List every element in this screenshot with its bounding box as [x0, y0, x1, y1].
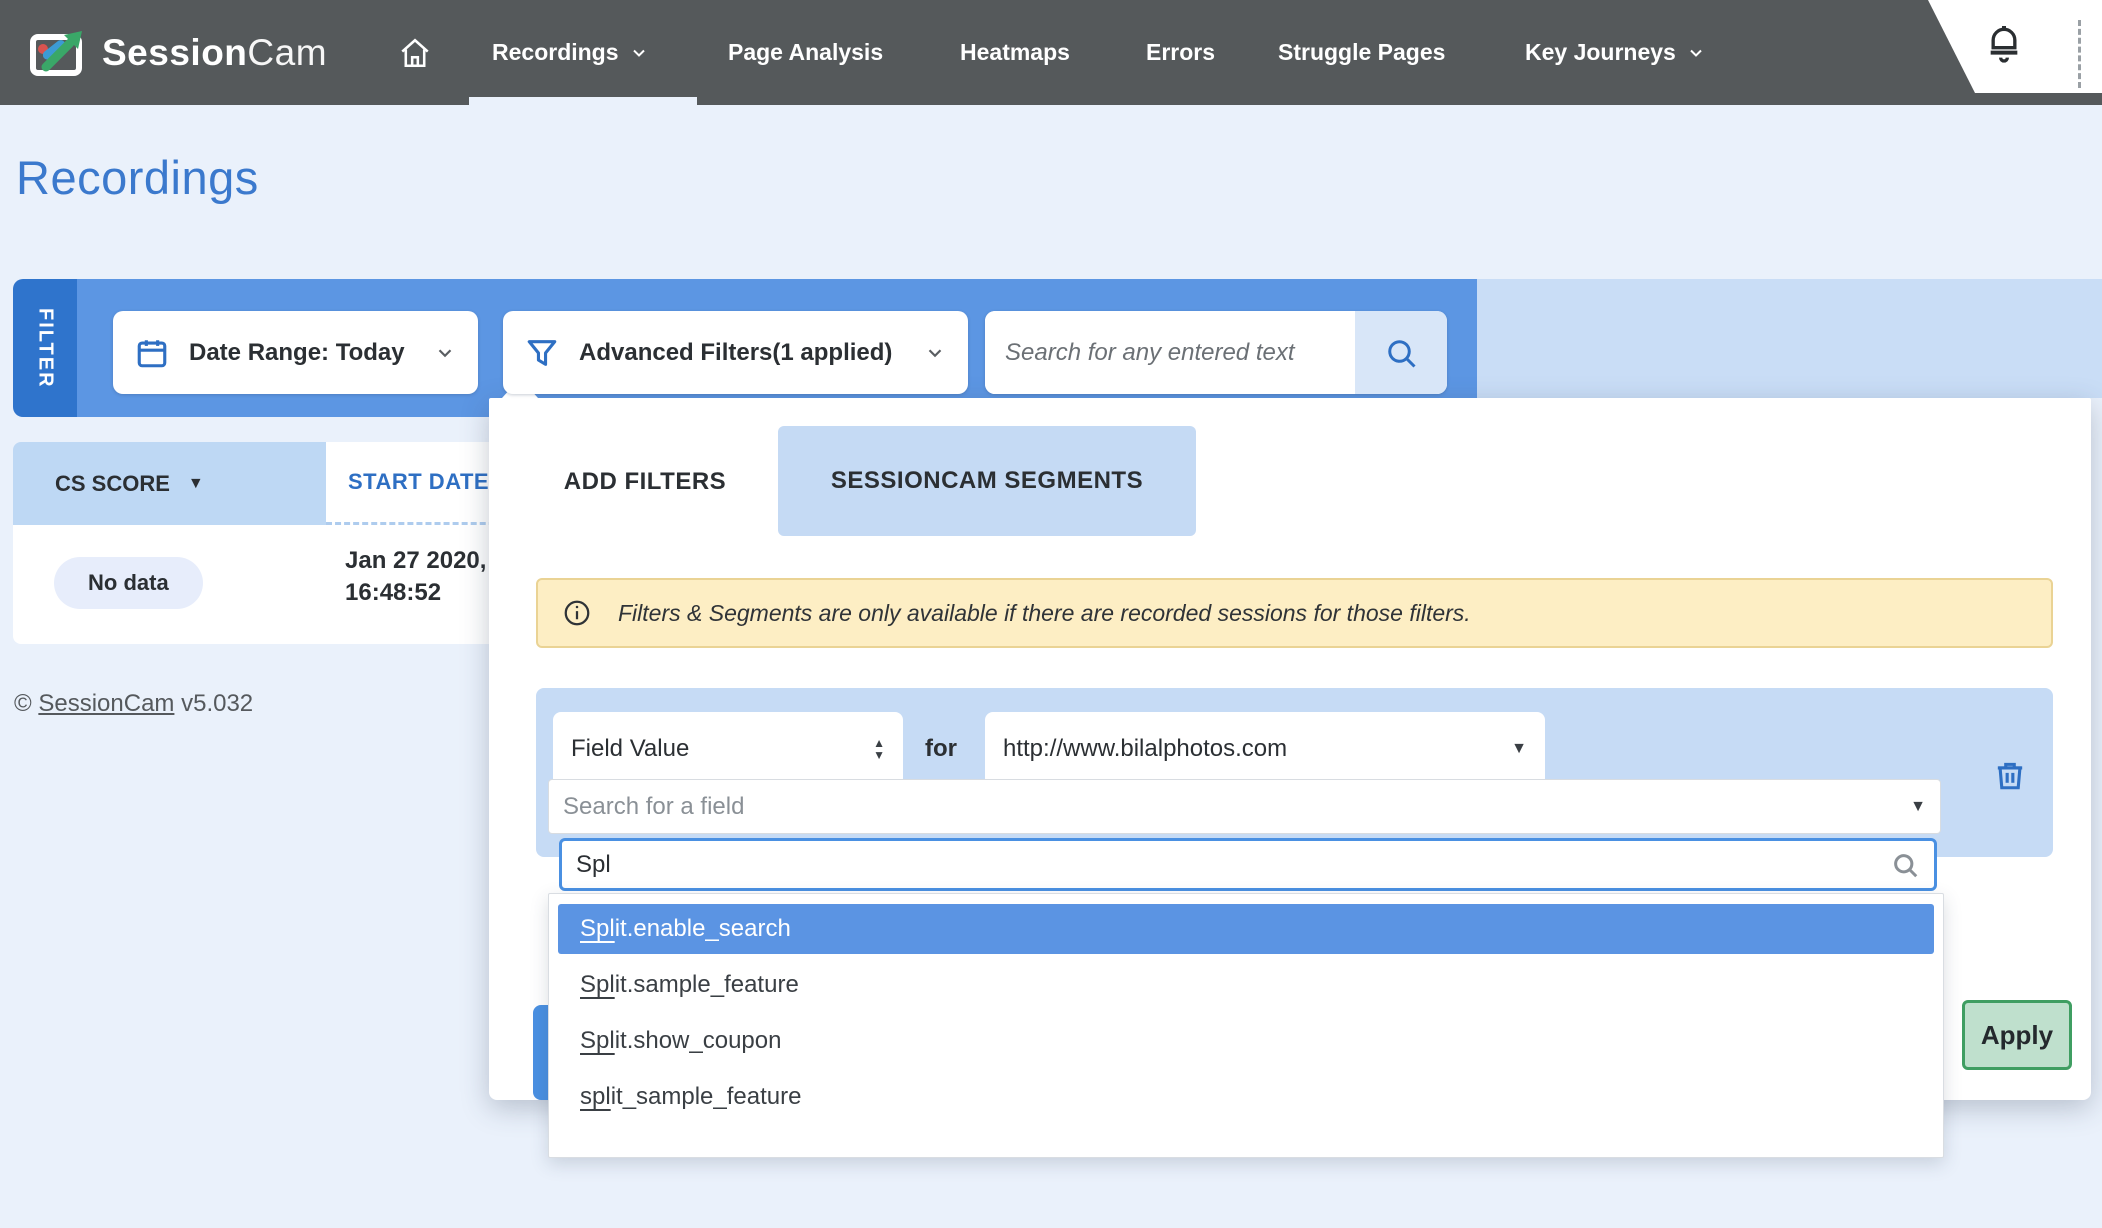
field-options-list: Split.enable_search Split.sample_feature…	[548, 893, 1944, 1158]
field-typeahead-input[interactable]	[576, 851, 1890, 879]
sessioncam-logo-icon	[30, 27, 88, 79]
start-date-value: Jan 27 2020, 16:48:52	[345, 545, 510, 609]
nav-item-key-journeys[interactable]: Key Journeys	[1525, 0, 1706, 105]
brand-logo[interactable]: SessionCam	[30, 22, 327, 84]
nav-item-label: Heatmaps	[960, 39, 1070, 66]
select-updown-icon: ▲▼	[873, 737, 885, 761]
delete-filter-button[interactable]	[1992, 757, 2028, 793]
option-rest-text: it.show_coupon	[615, 1027, 782, 1054]
filter-funnel-icon	[525, 336, 559, 370]
nav-item-label: Recordings	[492, 39, 619, 66]
field-option[interactable]: Split.show_coupon	[558, 1016, 1934, 1066]
field-typeahead	[559, 838, 1937, 891]
search-icon	[1383, 335, 1419, 371]
nav-item-label: Page Analysis	[728, 39, 883, 66]
home-icon	[398, 36, 432, 70]
nav-item-label: Struggle Pages	[1278, 39, 1445, 66]
copyright: © SessionCam v5.032	[14, 690, 253, 718]
field-option[interactable]: split_sample_feature	[558, 1072, 1934, 1122]
session-search	[985, 311, 1447, 394]
nav-item-heatmaps[interactable]: Heatmaps	[960, 0, 1070, 105]
field-search-placeholder-input[interactable]	[563, 793, 1910, 821]
option-match-text: Spl	[580, 971, 615, 998]
vertical-dots-divider	[2078, 20, 2081, 88]
brand-name: SessionCam	[102, 32, 327, 74]
info-banner-text: Filters & Segments are only available if…	[618, 600, 1471, 627]
info-icon	[562, 598, 592, 628]
calendar-icon	[135, 336, 169, 370]
site-select[interactable]: http://www.bilalphotos.com ▼	[985, 712, 1545, 786]
nav-item-struggle-pages[interactable]: Struggle Pages	[1278, 0, 1445, 105]
tab-sessioncam-segments[interactable]: SESSIONCAM SEGMENTS	[778, 426, 1196, 536]
option-rest-text: it.sample_feature	[615, 971, 799, 998]
option-match-text: spl	[580, 1083, 611, 1110]
search-button[interactable]	[1355, 311, 1447, 394]
add-filters-tab-label: ADD FILTERS	[564, 468, 726, 496]
field-type-value: Field Value	[571, 735, 873, 763]
nav-item-page-analysis[interactable]: Page Analysis	[728, 0, 883, 105]
sessioncam-link[interactable]: SessionCam	[38, 690, 174, 717]
apply-button-label: Apply	[1981, 1020, 2053, 1051]
notifications-bell-button[interactable]	[1978, 18, 2030, 74]
info-banner: Filters & Segments are only available if…	[536, 578, 2053, 648]
cs-score-badge: No data	[54, 557, 203, 609]
select-down-icon: ▼	[1511, 740, 1527, 758]
version-label: v5.032	[181, 690, 253, 717]
field-search-dropdown[interactable]: ▼	[548, 779, 1941, 834]
page-title: Recordings	[16, 150, 259, 205]
option-match-text: Spl	[580, 1027, 615, 1054]
chevron-down-icon	[629, 43, 649, 63]
advanced-filters-button[interactable]: Advanced Filters(1 applied)	[503, 311, 968, 394]
advanced-filters-label: Advanced Filters(1 applied)	[579, 339, 904, 367]
apply-button[interactable]: Apply	[1962, 1000, 2072, 1070]
tab-add-filters[interactable]: ADD FILTERS	[560, 450, 730, 514]
search-icon	[1890, 850, 1920, 880]
date-range-label: Date Range: Today	[189, 339, 414, 367]
field-option[interactable]: Split.sample_feature	[558, 960, 1934, 1010]
cs-score-header-label: CS SCORE	[55, 471, 170, 497]
bell-icon	[1984, 24, 2024, 68]
field-type-select[interactable]: Field Value ▲▼	[553, 712, 903, 786]
nav-home[interactable]	[398, 0, 432, 105]
option-match-text: Spl	[580, 915, 615, 942]
site-select-value: http://www.bilalphotos.com	[1003, 735, 1511, 763]
filter-tab[interactable]: FILTER	[13, 279, 77, 417]
nav-item-label: Errors	[1146, 39, 1215, 66]
dropdown-arrow-icon: ▼	[1910, 798, 1926, 816]
chevron-down-icon	[434, 342, 456, 364]
copyright-symbol: ©	[14, 690, 32, 717]
filter-tab-label: FILTER	[34, 308, 57, 389]
start-date-header-label: START DATE	[348, 469, 489, 495]
option-rest-text: it.enable_search	[615, 915, 791, 942]
field-option[interactable]: Split.enable_search	[558, 904, 1934, 954]
active-nav-indicator	[469, 97, 697, 105]
chevron-down-icon	[1686, 43, 1706, 63]
option-rest-text: it_sample_feature	[611, 1083, 802, 1110]
session-search-input[interactable]	[985, 311, 1355, 394]
column-header-cs-score[interactable]: CS SCORE ▼	[13, 442, 326, 525]
sort-descending-icon: ▼	[188, 475, 204, 493]
trash-icon	[1993, 758, 2027, 792]
for-label: for	[925, 735, 957, 763]
date-range-button[interactable]: Date Range: Today	[113, 311, 478, 394]
nav-item-errors[interactable]: Errors	[1146, 0, 1215, 105]
nav-item-label: Key Journeys	[1525, 39, 1676, 66]
filter-bar-extension	[1477, 279, 2102, 398]
segments-tab-label: SESSIONCAM SEGMENTS	[831, 467, 1143, 495]
nav-item-recordings[interactable]: Recordings	[492, 0, 649, 105]
chevron-down-icon	[924, 342, 946, 364]
navbar: SessionCam Recordings Page Analysis Heat…	[0, 0, 2102, 105]
